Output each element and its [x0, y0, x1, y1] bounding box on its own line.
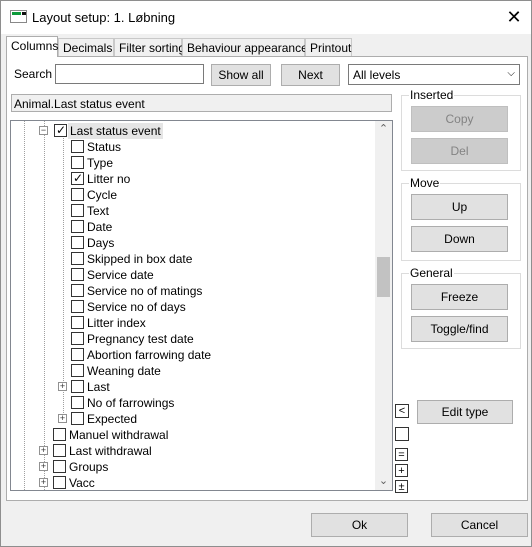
up-button[interactable]: Up	[411, 194, 508, 220]
cancel-button[interactable]: Cancel	[431, 513, 528, 537]
arrow-left-icon[interactable]: <	[395, 404, 409, 418]
tree-node-label: Text	[87, 204, 110, 218]
level-select[interactable]: All levels ⌵	[348, 64, 520, 85]
title-bar: Layout setup: 1. Løbning ✕	[1, 1, 531, 34]
tree-node-label: Weaning date	[87, 364, 161, 378]
move-group-title: Move	[409, 176, 441, 190]
tab-behaviour-appearance[interactable]: Behaviour appearance	[182, 38, 308, 56]
tree-node-label: Status	[87, 140, 122, 154]
tree-checkbox[interactable]	[71, 156, 84, 169]
app-icon	[10, 10, 27, 23]
tree-node-label: Date	[87, 220, 113, 234]
tree-checkbox[interactable]	[53, 428, 66, 441]
tree-node-label: Manuel withdrawal	[69, 428, 169, 442]
tree-checkbox[interactable]	[71, 380, 84, 393]
inserted-group-title: Inserted	[409, 88, 455, 102]
tree-node-label: Litter index	[87, 316, 146, 330]
show-all-button[interactable]: Show all	[211, 64, 271, 86]
copy-button[interactable]: Copy	[411, 106, 508, 132]
tree-checkbox[interactable]	[71, 170, 84, 186]
tree-node-label: No of farrowings	[87, 396, 175, 410]
tree-node-label: Pregnancy test date	[87, 332, 194, 346]
tree-checkbox[interactable]	[71, 188, 84, 201]
window-title: Layout setup: 1. Løbning	[32, 10, 176, 25]
tree-checkbox[interactable]	[71, 364, 84, 377]
tree-node-label: Last withdrawal	[69, 444, 152, 458]
tree-guide-line	[63, 135, 64, 419]
tree-checkbox[interactable]	[71, 284, 84, 297]
tree-node-label: Groups	[69, 460, 109, 474]
tree-checkbox[interactable]	[71, 140, 84, 153]
layout-setup-dialog: Layout setup: 1. Løbning ✕ Columns Decim…	[0, 0, 532, 547]
tree-checkbox[interactable]	[71, 396, 84, 409]
expand-icon[interactable]: +	[58, 382, 67, 391]
collapse-all-button[interactable]: =	[395, 448, 408, 461]
tree-checkbox[interactable]	[53, 476, 66, 489]
tree-node-label: Days	[87, 236, 115, 250]
expand-icon[interactable]: +	[39, 446, 48, 455]
columns-tree[interactable]: − Last status event Status Type Litter n…	[10, 120, 393, 491]
toggle-find-button[interactable]: Toggle/find	[411, 316, 508, 342]
tree-checkbox[interactable]	[71, 220, 84, 233]
tree-guide-line	[44, 121, 45, 490]
tree-checkbox[interactable]	[71, 300, 84, 313]
tree-node-label: Expected	[87, 412, 138, 426]
tree-node-label: Abortion farrowing date	[87, 348, 212, 362]
tree-checkbox[interactable]	[71, 332, 84, 345]
chevron-down-icon: ⌵	[507, 68, 515, 79]
tab-columns[interactable]: Columns	[6, 36, 58, 57]
tree-node-label: Service date	[87, 268, 154, 282]
tree-scrollbar[interactable]: ⌃ ⌄	[375, 121, 392, 490]
search-label: Search	[14, 67, 53, 81]
expand-icon[interactable]: +	[58, 414, 67, 423]
tree-node-label: Last	[87, 380, 110, 394]
collapse-icon[interactable]: −	[39, 126, 48, 135]
tree-checkbox[interactable]	[71, 412, 84, 425]
tree-checkbox[interactable]	[71, 204, 84, 217]
tree-node-label: Service no of matings	[87, 284, 203, 298]
checkbox-toggle[interactable]	[395, 427, 409, 441]
tree-node-label: Litter no	[87, 172, 131, 186]
tree-guide-line	[24, 121, 25, 490]
expand-icon[interactable]: +	[39, 462, 48, 471]
scroll-up-icon[interactable]: ⌃	[375, 121, 392, 138]
scroll-thumb[interactable]	[377, 257, 390, 297]
edit-type-button[interactable]: Edit type	[417, 400, 513, 424]
tree-checkbox[interactable]	[53, 444, 66, 457]
tab-printout[interactable]: Printout	[305, 38, 352, 56]
tree-checkbox[interactable]	[71, 316, 84, 329]
search-input[interactable]	[55, 64, 204, 84]
tree-checkbox[interactable]	[54, 122, 67, 138]
tab-filter-sorting[interactable]: Filter sorting	[114, 38, 185, 56]
ok-button[interactable]: Ok	[311, 513, 408, 537]
tree-node-label: Service no of days	[87, 300, 186, 314]
expand-one-button[interactable]: +	[395, 464, 408, 477]
general-group-title: General	[409, 266, 454, 280]
tree-checkbox[interactable]	[71, 252, 84, 265]
tab-decimals[interactable]: Decimals	[58, 38, 114, 56]
close-icon[interactable]: ✕	[497, 1, 531, 34]
tree-node-label: Cycle	[87, 188, 118, 202]
tree-node-label: Last status event	[68, 123, 163, 139]
expand-all-button[interactable]: ±	[395, 480, 408, 493]
tree-node-label: Vacc	[69, 476, 95, 490]
down-button[interactable]: Down	[411, 226, 508, 252]
next-button[interactable]: Next	[281, 64, 340, 86]
del-button[interactable]: Del	[411, 138, 508, 164]
tree-node-label: Skipped in box date	[87, 252, 193, 266]
path-display: Animal.Last status event	[11, 94, 392, 112]
tree-checkbox[interactable]	[71, 236, 84, 249]
scroll-down-icon[interactable]: ⌄	[375, 473, 392, 490]
level-select-value: All levels	[353, 68, 401, 82]
tree-checkbox[interactable]	[53, 460, 66, 473]
expand-icon[interactable]: +	[39, 478, 48, 487]
tree-node-label: Type	[87, 156, 114, 170]
freeze-button[interactable]: Freeze	[411, 284, 508, 310]
tree-checkbox[interactable]	[71, 348, 84, 361]
tree-checkbox[interactable]	[71, 268, 84, 281]
